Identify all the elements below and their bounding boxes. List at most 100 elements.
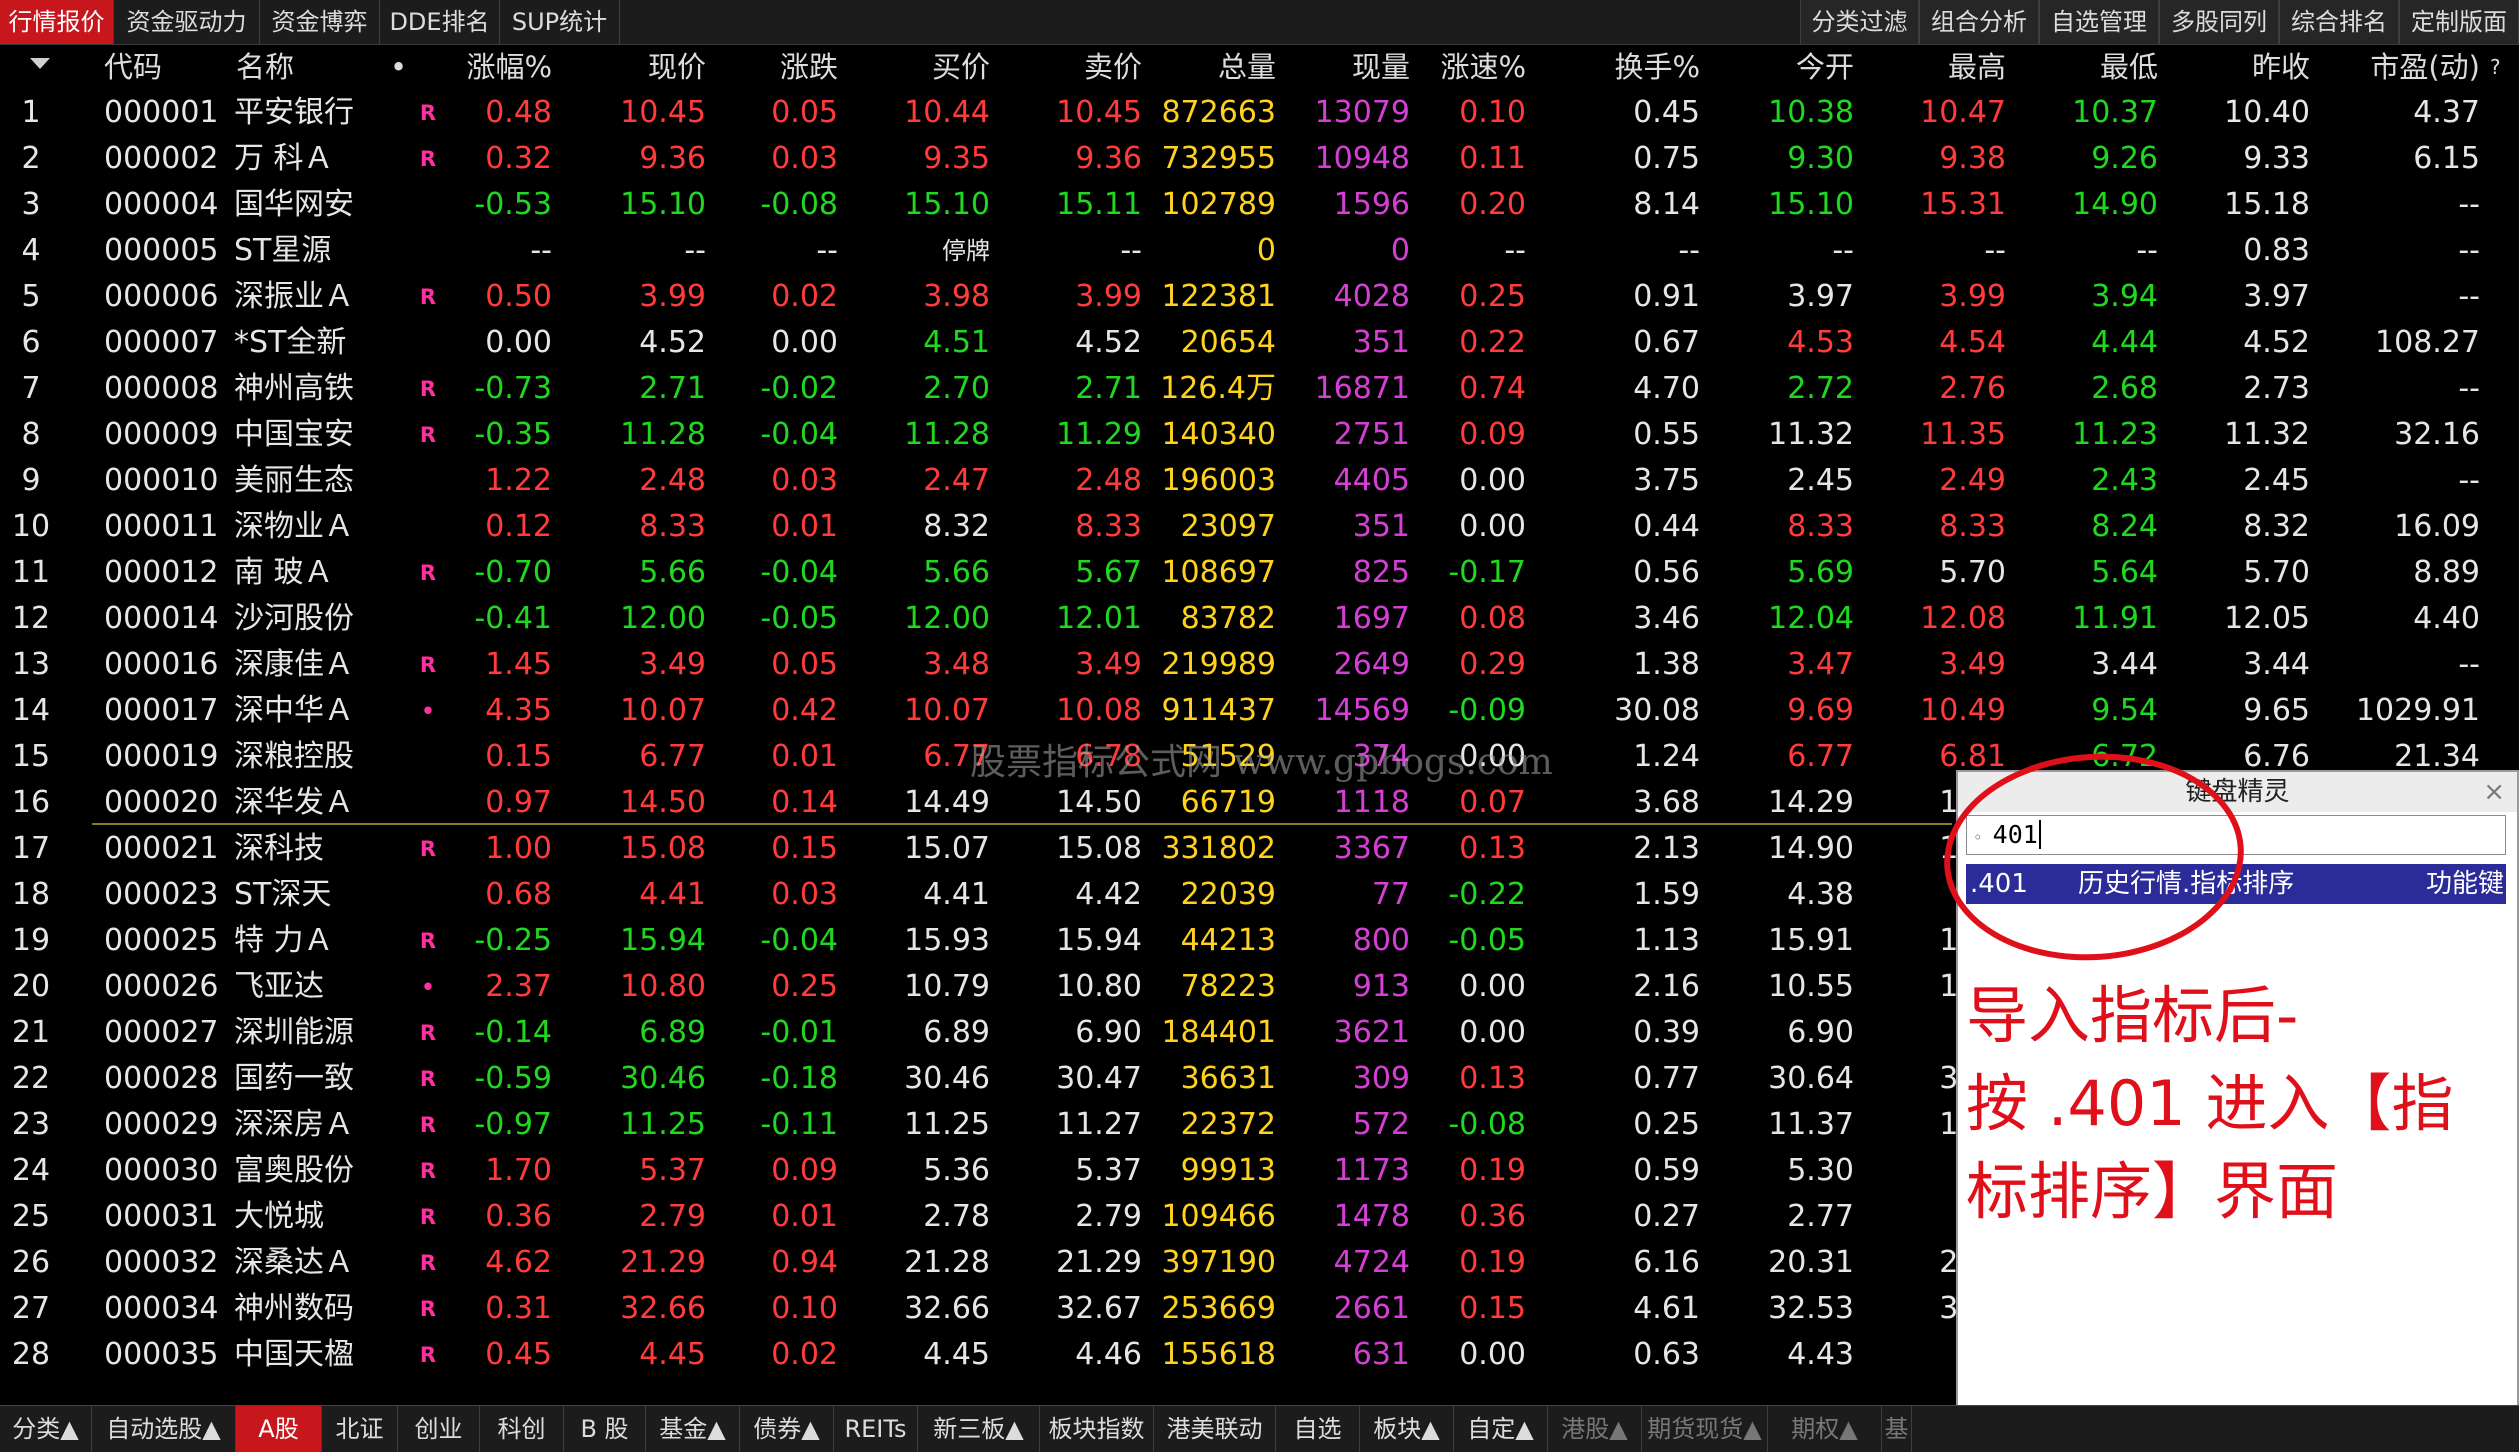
- ask-price: 10.08: [1056, 693, 1142, 728]
- row-number: 1: [21, 95, 41, 130]
- pe-ratio: 1029.91: [2355, 693, 2480, 728]
- table-row[interactable]: 2 000002 万 科Ａ R 0.32 9.36 0.03 9.35 9.36 732955 10…: [0, 136, 2519, 182]
- table-row[interactable]: 13 000016 深康佳Ａ R 1.45 3.49 0.05 3.48 3.49 219989 2…: [0, 642, 2519, 688]
- col-flag[interactable]: •: [390, 44, 407, 90]
- table-row[interactable]: 7 000008 神州高铁 R -0.73 2.71 -0.02 2.70 2.71 126.4万…: [0, 366, 2519, 412]
- table-row[interactable]: 11 000012 南 玻Ａ R -0.70 5.66 -0.04 5.66 5.67 10869…: [0, 550, 2519, 596]
- stock-code: 000034: [104, 1291, 219, 1326]
- bottom-tab[interactable]: 自定▲: [1454, 1406, 1548, 1452]
- overall-rank-button[interactable]: 综合排名: [2279, 0, 2399, 44]
- tab-quotes[interactable]: 行情报价: [0, 0, 114, 44]
- tab-sup-stats[interactable]: SUP统计: [500, 0, 620, 44]
- change: 0.42: [771, 693, 838, 728]
- high-price: 3.49: [1939, 647, 2006, 682]
- turnover: 0.56: [1633, 555, 1700, 590]
- col-ask[interactable]: 卖价: [1000, 44, 1142, 90]
- bottom-tab[interactable]: 港股▲: [1548, 1406, 1642, 1452]
- bottom-tab[interactable]: 新三板▲: [918, 1406, 1040, 1452]
- table-row[interactable]: 9 000010 美丽生态 1.22 2.48 0.03 2.47 2.48 196003 440…: [0, 458, 2519, 504]
- change: -0.08: [760, 187, 838, 222]
- ask-price: 8.33: [1075, 509, 1142, 544]
- bottom-tab[interactable]: 期权▲: [1768, 1406, 1882, 1452]
- price: 15.10: [620, 187, 706, 222]
- total-volume: 109466: [1161, 1199, 1276, 1234]
- col-low[interactable]: 最低: [2010, 44, 2158, 90]
- row-number: 2: [21, 141, 41, 176]
- col-change-pct[interactable]: 涨幅%: [420, 44, 552, 90]
- stock-name: 大悦城: [234, 1199, 324, 1234]
- bottom-tab[interactable]: 板块指数: [1040, 1406, 1154, 1452]
- ask-price: 11.29: [1056, 417, 1142, 452]
- total-volume: 78223: [1180, 969, 1276, 1004]
- col-speed[interactable]: 涨速%: [1410, 44, 1526, 90]
- total-volume: 911437: [1161, 693, 1276, 728]
- bottom-tab[interactable]: 自动选股▲: [92, 1406, 236, 1452]
- table-row[interactable]: 14 000017 深中华Ａ • 4.35 10.07 0.42 10.07 10.08 9114…: [0, 688, 2519, 734]
- change-pct: --: [530, 233, 552, 268]
- col-bid[interactable]: 买价: [850, 44, 990, 90]
- bottom-tab[interactable]: 债券▲: [740, 1406, 834, 1452]
- bottom-tab[interactable]: 分类▲: [0, 1406, 92, 1452]
- col-price[interactable]: 现价: [560, 44, 706, 90]
- col-current-volume[interactable]: 现量: [1280, 44, 1410, 90]
- table-row[interactable]: 3 000004 国华网安 -0.53 15.10 -0.08 15.10 15.11 1027…: [0, 182, 2519, 228]
- col-pe[interactable]: 市盈(动): [2310, 44, 2480, 90]
- multi-stock-button[interactable]: 多股同列: [2159, 0, 2279, 44]
- low-price: 9.54: [2091, 693, 2158, 728]
- col-code[interactable]: 代码: [104, 44, 162, 90]
- change-pct: -0.70: [474, 555, 552, 590]
- col-turnover[interactable]: 换手%: [1560, 44, 1700, 90]
- col-prev-close[interactable]: 昨收: [2160, 44, 2310, 90]
- bottom-tab[interactable]: 基: [1882, 1406, 1912, 1452]
- bottom-tab[interactable]: REITs: [834, 1406, 918, 1452]
- bottom-tab[interactable]: 基金▲: [646, 1406, 740, 1452]
- bottom-tab[interactable]: 期货现货▲: [1642, 1406, 1768, 1452]
- change: 0.10: [771, 1291, 838, 1326]
- table-row[interactable]: 8 000009 中国宝安 R -0.35 11.28 -0.04 11.28 11.29 140…: [0, 412, 2519, 458]
- bottom-tab[interactable]: A股: [236, 1406, 322, 1452]
- table-row[interactable]: 12 000014 沙河股份 -0.41 12.00 -0.05 12.00 12.01 837…: [0, 596, 2519, 642]
- bid-price: 30.46: [904, 1061, 990, 1096]
- bottom-tab[interactable]: 北证: [322, 1406, 398, 1452]
- row-number: 9: [21, 463, 41, 498]
- bottom-tab[interactable]: 港美联动: [1154, 1406, 1276, 1452]
- table-row[interactable]: 10 000011 深物业Ａ 0.12 8.33 0.01 8.32 8.33 23097 351…: [0, 504, 2519, 550]
- portfolio-analysis-button[interactable]: 组合分析: [1919, 0, 2039, 44]
- watchlist-manage-button[interactable]: 自选管理: [2039, 0, 2159, 44]
- custom-layout-button[interactable]: 定制版面: [2399, 0, 2519, 44]
- tab-fund-drive[interactable]: 资金驱动力: [114, 0, 260, 44]
- tab-dde-rank[interactable]: DDE排名: [380, 0, 500, 44]
- col-volume[interactable]: 总量: [1140, 44, 1276, 90]
- col-open[interactable]: 今开: [1710, 44, 1854, 90]
- category-filter-button[interactable]: 分类过滤: [1800, 0, 1919, 44]
- bottom-tab[interactable]: 自选: [1276, 1406, 1360, 1452]
- current-volume: 4724: [1333, 1245, 1410, 1280]
- turnover: 2.13: [1633, 831, 1700, 866]
- close-icon[interactable]: ×: [2483, 772, 2505, 812]
- table-row[interactable]: 6 000007 *ST全新 0.00 4.52 0.00 4.51 4.52 20654 351…: [0, 320, 2519, 366]
- bottom-tab[interactable]: 板块▲: [1360, 1406, 1454, 1452]
- bottom-tab[interactable]: 创业: [398, 1406, 480, 1452]
- price: 11.28: [620, 417, 706, 452]
- table-row[interactable]: 1 000001 平安银行 R 0.48 10.45 0.05 10.44 10.45 87266…: [0, 90, 2519, 136]
- change-pct: -0.25: [474, 923, 552, 958]
- pe-ratio: 32.16: [2394, 417, 2480, 452]
- table-row[interactable]: 5 000006 深振业Ａ R 0.50 3.99 0.02 3.98 3.99 122381 40…: [0, 274, 2519, 320]
- col-change[interactable]: 涨跌: [700, 44, 838, 90]
- prev-close: 11.32: [2224, 417, 2310, 452]
- bottom-tab[interactable]: B 股: [564, 1406, 646, 1452]
- low-price: 10.37: [2072, 95, 2158, 130]
- total-volume: 22372: [1180, 1107, 1276, 1142]
- total-volume: 0: [1256, 233, 1276, 268]
- col-high[interactable]: 最高: [1860, 44, 2006, 90]
- ask-price: 4.52: [1075, 325, 1142, 360]
- ask-price: 2.48: [1075, 463, 1142, 498]
- bottom-tab[interactable]: 科创: [480, 1406, 564, 1452]
- tab-fund-game[interactable]: 资金博弈: [260, 0, 380, 44]
- col-name[interactable]: 名称: [236, 44, 294, 90]
- help-icon[interactable]: ?: [2490, 44, 2501, 90]
- row-number: 27: [11, 1291, 51, 1326]
- speed: 0.13: [1459, 1061, 1526, 1096]
- low-price: 9.26: [2091, 141, 2158, 176]
- table-row[interactable]: 4 000005 ST星源 -- -- -- 停牌 -- 0 0 -- -- -- -- -- 0.83 --: [0, 228, 2519, 274]
